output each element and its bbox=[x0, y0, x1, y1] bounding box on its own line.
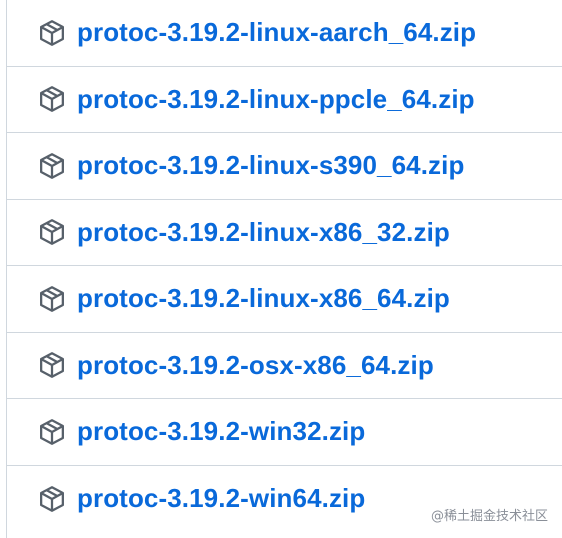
watermark: @稀土掘金技术社区 bbox=[430, 509, 548, 524]
package-icon bbox=[37, 151, 67, 181]
asset-link-osx-x86-64[interactable]: protoc-3.19.2-osx-x86_64.zip bbox=[77, 350, 434, 381]
asset-row-osx-x86-64: protoc-3.19.2-osx-x86_64.zip bbox=[7, 333, 562, 399]
asset-link-linux-ppcle64[interactable]: protoc-3.19.2-linux-ppcle_64.zip bbox=[77, 84, 475, 115]
asset-row-win32: protoc-3.19.2-win32.zip bbox=[7, 399, 562, 466]
package-icon bbox=[37, 217, 67, 247]
package-icon bbox=[37, 350, 67, 380]
asset-link-linux-x86-64[interactable]: protoc-3.19.2-linux-x86_64.zip bbox=[77, 283, 450, 314]
asset-row-linux-x86-32: protoc-3.19.2-linux-x86_32.zip bbox=[7, 200, 562, 266]
asset-link-linux-aarch64[interactable]: protoc-3.19.2-linux-aarch_64.zip bbox=[77, 17, 476, 48]
package-icon bbox=[37, 18, 67, 48]
asset-row-linux-s390: protoc-3.19.2-linux-s390_64.zip bbox=[7, 133, 562, 200]
asset-link-win32[interactable]: protoc-3.19.2-win32.zip bbox=[77, 416, 365, 447]
asset-row-linux-x86-64: protoc-3.19.2-linux-x86_64.zip bbox=[7, 266, 562, 333]
asset-link-linux-s390[interactable]: protoc-3.19.2-linux-s390_64.zip bbox=[77, 150, 464, 181]
asset-row-linux-ppcle64: protoc-3.19.2-linux-ppcle_64.zip bbox=[7, 67, 562, 133]
asset-row-linux-aarch64: protoc-3.19.2-linux-aarch_64.zip bbox=[7, 0, 562, 67]
package-icon bbox=[37, 484, 67, 514]
release-assets-list: protoc-3.19.2-linux-aarch_64.zip protoc-… bbox=[6, 0, 562, 538]
asset-link-linux-x86-32[interactable]: protoc-3.19.2-linux-x86_32.zip bbox=[77, 217, 450, 248]
package-icon bbox=[37, 417, 67, 447]
package-icon bbox=[37, 284, 67, 314]
package-icon bbox=[37, 84, 67, 114]
asset-link-win64[interactable]: protoc-3.19.2-win64.zip bbox=[77, 483, 365, 514]
